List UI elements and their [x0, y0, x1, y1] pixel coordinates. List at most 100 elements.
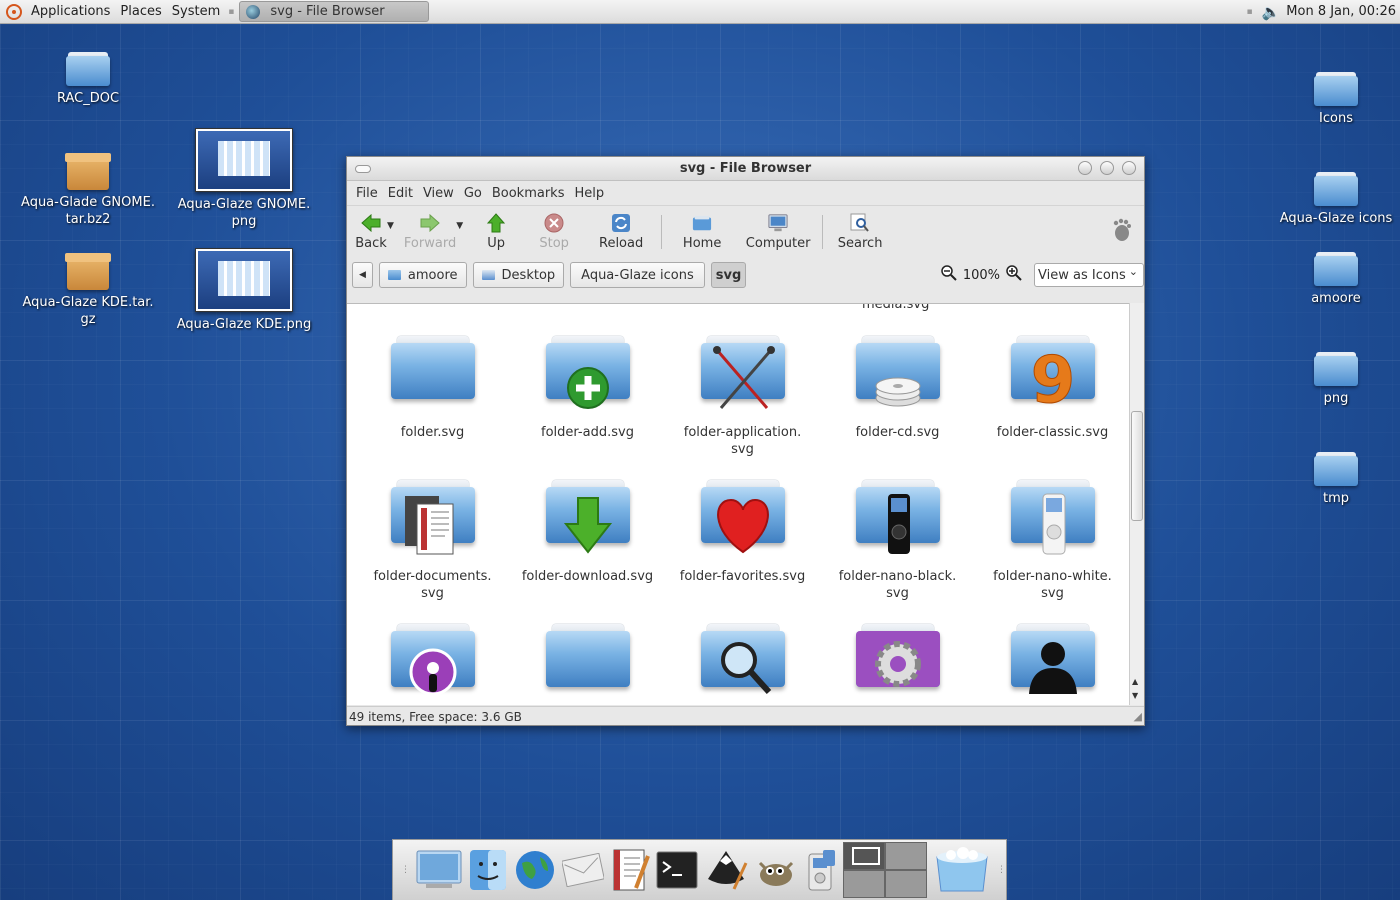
desktop-icon-amoore[interactable]: amoore: [1276, 252, 1396, 307]
file-item-folder-download[interactable]: folder-download.svg: [510, 480, 665, 622]
forward-button[interactable]: Forward: [400, 213, 460, 251]
reload-button[interactable]: Reload: [585, 213, 657, 251]
menu-edit[interactable]: Edit: [383, 186, 418, 201]
vertical-scrollbar[interactable]: ▲ ▼: [1129, 303, 1144, 705]
icon-view[interactable]: media.svg folder.svg folder-add.svg folder…: [347, 303, 1129, 705]
search-button[interactable]: Search: [827, 213, 893, 251]
dock-ipod-icon[interactable]: [804, 846, 837, 894]
home-button[interactable]: Home: [666, 213, 738, 251]
file-item-folder-favorites[interactable]: folder-favorites.svg: [665, 480, 820, 622]
folder-documents-icon: [390, 480, 475, 555]
folder-nano-white-icon: [1010, 480, 1095, 555]
menu-view[interactable]: View: [418, 186, 459, 201]
menu-file[interactable]: File: [351, 186, 383, 201]
file-item-label: folder-classic.svg: [996, 425, 1109, 440]
path-scroll-left-button[interactable]: ◀: [352, 262, 373, 288]
desktop-icon-aqua-glade-gnome-archive[interactable]: Aqua-Glade GNOME. tar.bz2: [18, 153, 158, 228]
file-item-folder[interactable]: folder.svg: [355, 336, 510, 478]
up-button[interactable]: Up: [469, 212, 523, 251]
folder-podcast-icon: [390, 624, 475, 696]
desktop-icon-rac-doc[interactable]: RAC_DOC: [40, 52, 136, 107]
file-item-unnamed-10[interactable]: [355, 624, 510, 705]
dock-handle[interactable]: ⋮: [401, 865, 410, 875]
file-item-unnamed-13[interactable]: [820, 624, 975, 705]
minimize-button[interactable]: [1078, 161, 1092, 175]
menu-bookmarks[interactable]: Bookmarks: [487, 186, 570, 201]
file-item-folder-add[interactable]: folder-add.svg: [510, 336, 665, 478]
dock-trash-icon[interactable]: [933, 846, 991, 894]
desktop-icon-aqua-glaze-kde-png[interactable]: Aqua-Glaze KDE.png: [174, 248, 314, 333]
clock[interactable]: Mon 8 Jan, 00:26: [1286, 4, 1396, 19]
dock-inkscape-icon[interactable]: [704, 846, 748, 894]
folder-cd-icon: [855, 336, 940, 407]
computer-label: Computer: [745, 235, 811, 251]
up-arrow-icon: [486, 212, 506, 233]
dock-globe-icon[interactable]: [514, 846, 556, 894]
file-item-folder-nano-white[interactable]: folder-nano-white. svg: [975, 480, 1129, 622]
dock-desktop-icon[interactable]: [416, 846, 462, 894]
dock-finder-icon[interactable]: [468, 846, 508, 894]
file-item-label: folder-application. svg: [683, 425, 802, 457]
workspace-pager[interactable]: [843, 842, 927, 898]
scroll-down-arrow[interactable]: ▼: [1132, 691, 1138, 700]
window-titlebar[interactable]: svg - File Browser: [347, 157, 1144, 181]
window-menu-button[interactable]: [355, 165, 371, 173]
ubuntu-logo-icon[interactable]: [6, 3, 22, 20]
dock-gimp-icon[interactable]: [754, 846, 798, 894]
svg-text:9: 9: [1030, 344, 1075, 416]
maximize-button[interactable]: [1100, 161, 1114, 175]
workspace-3[interactable]: [844, 871, 884, 897]
folder-icon: [390, 336, 475, 400]
volume-icon[interactable]: 🔈: [1262, 3, 1281, 21]
path-button-amoore[interactable]: amoore: [378, 262, 467, 288]
file-item-unnamed-11[interactable]: [510, 624, 665, 705]
path-button-svg[interactable]: svg: [710, 262, 747, 288]
places-menu[interactable]: Places: [115, 4, 166, 19]
dock-text-editor-icon[interactable]: [610, 846, 650, 894]
menu-help[interactable]: Help: [569, 186, 609, 201]
back-button[interactable]: Back: [351, 213, 391, 251]
file-item-unnamed-12[interactable]: [665, 624, 820, 705]
desktop-icon-tmp[interactable]: tmp: [1276, 452, 1396, 507]
resize-grip-icon[interactable]: ◢: [1134, 710, 1142, 723]
desktop-icon-aqua-glaze-kde-archive[interactable]: Aqua-Glaze KDE.tar. gz: [18, 253, 158, 328]
scrollbar-thumb[interactable]: [1131, 411, 1143, 521]
desktop-icon-icons[interactable]: Icons: [1276, 72, 1396, 127]
computer-button[interactable]: Computer: [738, 213, 818, 251]
applications-menu[interactable]: Applications: [26, 4, 115, 19]
system-menu[interactable]: System: [167, 4, 225, 19]
forward-history-dropdown[interactable]: ▼: [456, 221, 463, 231]
workspace-4[interactable]: [886, 871, 926, 897]
file-item-folder-application[interactable]: folder-application. svg: [665, 336, 820, 478]
desktop-icon-label: RAC_DOC: [56, 91, 120, 106]
taskbar-button-file-browser[interactable]: svg - File Browser: [239, 1, 430, 22]
file-item-label: folder-cd.svg: [855, 425, 940, 440]
back-history-dropdown[interactable]: ▼: [387, 221, 394, 231]
desktop-icon-aqua-glaze-gnome-png[interactable]: Aqua-Glaze GNOME. png: [174, 128, 314, 230]
file-item-folder-documents[interactable]: folder-documents. svg: [355, 480, 510, 622]
dock-terminal-icon[interactable]: [656, 846, 698, 894]
zoom-level[interactable]: 100%: [963, 268, 1000, 283]
file-item-folder-cd[interactable]: folder-cd.svg: [820, 336, 975, 478]
file-item-label: folder-download.svg: [521, 569, 654, 584]
zoom-out-icon[interactable]: [941, 265, 957, 285]
file-item-unnamed-14[interactable]: [975, 624, 1129, 705]
workspace-2[interactable]: [886, 843, 926, 869]
desktop-icon-png[interactable]: png: [1276, 352, 1396, 407]
file-item-folder-classic[interactable]: 9 folder-classic.svg: [975, 336, 1129, 478]
file-browser-icon: [246, 4, 261, 19]
zoom-in-icon[interactable]: [1006, 265, 1022, 285]
menubar: File Edit View Go Bookmarks Help: [347, 181, 1144, 205]
close-button[interactable]: [1122, 161, 1136, 175]
workspace-1[interactable]: [844, 843, 884, 869]
file-item-folder-nano-black[interactable]: folder-nano-black. svg: [820, 480, 975, 622]
view-mode-select[interactable]: View as Icons: [1034, 263, 1144, 287]
path-button-desktop[interactable]: Desktop: [472, 262, 565, 288]
desktop-icon-aqua-glaze-icons[interactable]: Aqua-Glaze icons: [1276, 172, 1396, 227]
dock-handle[interactable]: ⋮: [997, 865, 1006, 875]
menu-go[interactable]: Go: [459, 186, 487, 201]
path-button-aqua-glaze-icons[interactable]: Aqua-Glaze icons: [570, 262, 705, 288]
scroll-up-arrow[interactable]: ▲: [1132, 677, 1138, 686]
dock-mail-icon[interactable]: [562, 846, 604, 894]
stop-button[interactable]: Stop: [523, 213, 585, 251]
